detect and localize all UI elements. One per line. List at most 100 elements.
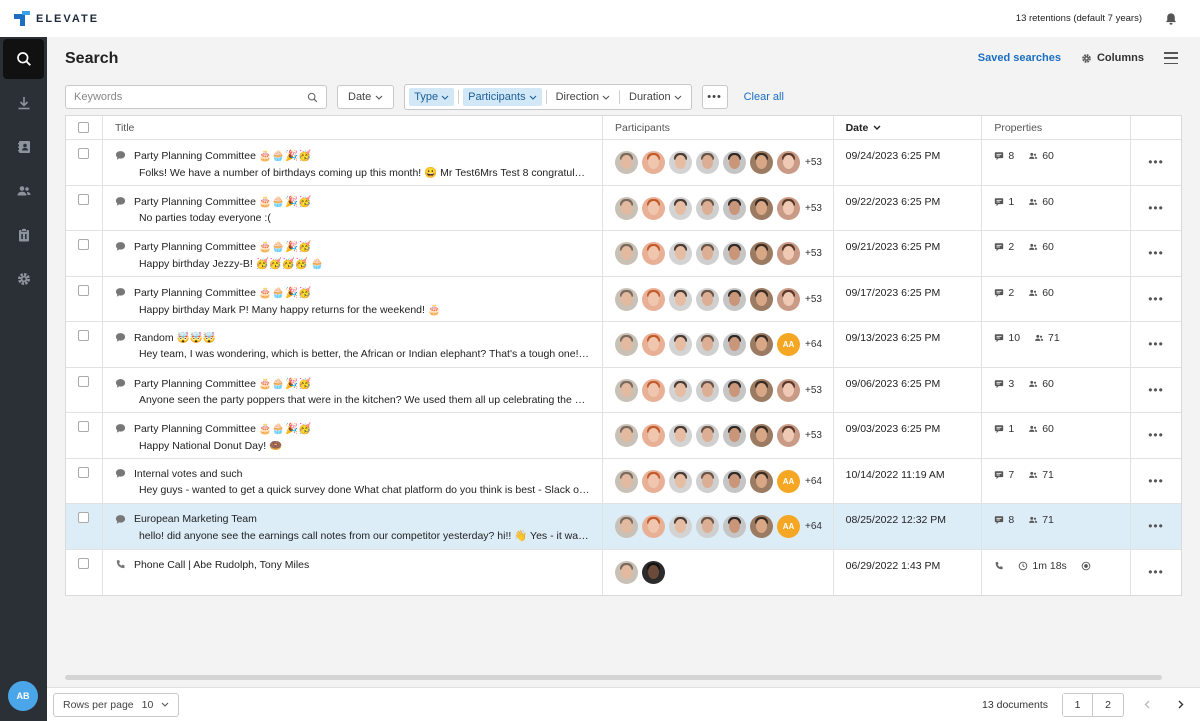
participant-avatar[interactable]	[777, 196, 801, 220]
duration-filter[interactable]: Duration	[624, 88, 687, 106]
participant-avatar[interactable]	[777, 242, 801, 265]
participant-avatar[interactable]	[615, 378, 639, 402]
participant-avatar[interactable]	[750, 287, 774, 311]
table-row[interactable]: Party Planning Committee 🎂🧁🎉🥳 Happy Natio…	[66, 413, 1181, 459]
row-title-cell[interactable]: Phone Call | Abe Rudolph, Tony Miles	[103, 549, 604, 595]
row-more-actions-button[interactable]: •••	[1131, 368, 1181, 413]
row-more-actions-button[interactable]: •••	[1131, 413, 1181, 458]
row-checkbox[interactable]	[78, 239, 89, 250]
row-checkbox[interactable]	[78, 330, 89, 341]
row-title[interactable]: Party Planning Committee 🎂🧁🎉🥳	[134, 422, 311, 435]
brand[interactable]: ELEVATE	[14, 10, 99, 27]
more-participants-count[interactable]: +53	[805, 430, 822, 441]
direction-filter[interactable]: Direction	[551, 88, 615, 106]
row-title[interactable]: Party Planning Committee 🎂🧁🎉🥳	[134, 377, 311, 390]
participant-avatar[interactable]	[777, 287, 801, 311]
row-title-cell[interactable]: European Marketing Team hello! did anyone…	[103, 504, 604, 549]
more-participants-count[interactable]: +53	[805, 203, 822, 214]
column-header-title[interactable]: Title	[103, 116, 604, 139]
participant-avatar[interactable]	[777, 378, 801, 402]
table-row[interactable]: Phone Call | Abe Rudolph, Tony Miles 06/2…	[66, 549, 1181, 596]
row-checkbox[interactable]	[78, 148, 89, 159]
table-row[interactable]: Party Planning Committee 🎂🧁🎉🥳 Happy birth…	[66, 231, 1181, 277]
participant-avatar[interactable]	[723, 333, 747, 356]
table-row[interactable]: Random 🤯🤯🤯 Hey team, I was wondering, whi…	[66, 322, 1181, 368]
participant-avatar[interactable]	[642, 378, 666, 402]
participant-avatar[interactable]	[723, 151, 747, 174]
participant-avatar[interactable]	[669, 287, 693, 311]
row-title[interactable]: Internal votes and such	[134, 468, 243, 480]
table-row[interactable]: Party Planning Committee 🎂🧁🎉🥳 Folks! We h…	[66, 140, 1181, 186]
participant-avatar[interactable]	[642, 469, 666, 493]
participant-avatar[interactable]	[669, 515, 693, 538]
sidebar-item-settings[interactable]	[0, 257, 47, 301]
row-title-cell[interactable]: Party Planning Committee 🎂🧁🎉🥳 Happy Natio…	[103, 413, 604, 458]
participant-avatar[interactable]	[615, 196, 639, 220]
row-more-actions-button[interactable]: •••	[1131, 459, 1181, 504]
participant-avatar[interactable]	[723, 515, 747, 538]
row-checkbox[interactable]	[78, 466, 89, 478]
participant-avatar[interactable]	[669, 242, 693, 265]
participant-avatar[interactable]	[642, 560, 666, 584]
column-header-participants[interactable]: Participants	[603, 116, 834, 139]
more-participants-count[interactable]: +53	[805, 294, 822, 305]
row-title-cell[interactable]: Internal votes and such Hey guys - wanted…	[103, 458, 604, 503]
search-icon[interactable]	[307, 92, 318, 103]
participant-avatar[interactable]	[750, 469, 774, 493]
row-checkbox[interactable]	[78, 193, 89, 205]
rows-per-page-select[interactable]: Rows per page 10	[53, 692, 180, 717]
more-participants-count[interactable]: +53	[805, 248, 822, 259]
participant-avatar[interactable]	[642, 287, 666, 311]
more-participants-count[interactable]: +53	[805, 385, 822, 396]
sidebar-item-users[interactable]	[0, 169, 47, 213]
row-more-actions-button[interactable]: •••	[1131, 186, 1181, 231]
participant-avatar[interactable]	[750, 196, 774, 220]
participant-avatar[interactable]	[696, 515, 720, 538]
row-checkbox[interactable]	[78, 284, 89, 296]
more-participants-count[interactable]: +53	[805, 157, 822, 168]
participant-avatar[interactable]	[642, 515, 666, 538]
participant-avatar[interactable]	[615, 469, 639, 493]
row-title[interactable]: Random 🤯🤯🤯	[134, 331, 216, 344]
participant-avatar[interactable]	[642, 151, 666, 174]
participant-avatar[interactable]	[669, 196, 693, 220]
participant-avatar[interactable]	[750, 515, 774, 538]
previous-page-button[interactable]	[1136, 693, 1158, 717]
row-title-cell[interactable]: Party Planning Committee 🎂🧁🎉🥳 Folks! We h…	[103, 140, 604, 185]
row-title[interactable]: Party Planning Committee 🎂🧁🎉🥳	[134, 195, 311, 208]
clear-all-link[interactable]: Clear all	[744, 91, 784, 103]
retention-info[interactable]: 13 retentions (default 7 years)	[1016, 13, 1142, 24]
row-title-cell[interactable]: Random 🤯🤯🤯 Hey team, I was wondering, whi…	[103, 322, 604, 367]
participant-avatar[interactable]	[615, 515, 639, 538]
participant-avatar[interactable]	[750, 333, 774, 356]
row-title-cell[interactable]: Party Planning Committee 🎂🧁🎉🥳 No parties …	[103, 185, 604, 230]
participant-avatar[interactable]	[696, 151, 720, 174]
participant-avatar[interactable]	[750, 424, 774, 447]
participant-avatar[interactable]	[615, 560, 639, 584]
row-more-actions-button[interactable]: •••	[1131, 231, 1181, 276]
row-title-cell[interactable]: Party Planning Committee 🎂🧁🎉🥳 Happy birth…	[103, 276, 604, 321]
row-more-actions-button[interactable]: •••	[1131, 550, 1181, 596]
participant-avatar[interactable]	[696, 287, 720, 311]
row-title[interactable]: Party Planning Committee 🎂🧁🎉🥳	[134, 286, 311, 299]
more-participants-count[interactable]: +64	[805, 521, 822, 532]
page-2-button[interactable]: 2	[1093, 694, 1123, 716]
participant-avatar[interactable]	[696, 242, 720, 265]
columns-button[interactable]: Columns	[1081, 52, 1144, 64]
participant-avatar[interactable]	[723, 424, 747, 447]
column-header-properties[interactable]: Properties	[982, 116, 1132, 139]
participant-avatar[interactable]	[723, 287, 747, 311]
next-page-button[interactable]	[1170, 693, 1192, 717]
participant-avatar[interactable]	[696, 469, 720, 493]
participant-avatar[interactable]	[777, 424, 801, 447]
table-row[interactable]: Party Planning Committee 🎂🧁🎉🥳 Anyone seen…	[66, 367, 1181, 413]
row-more-actions-button[interactable]: •••	[1131, 504, 1181, 549]
row-title[interactable]: Party Planning Committee 🎂🧁🎉🥳	[134, 240, 311, 253]
sidebar-item-contacts[interactable]	[0, 125, 47, 169]
search-input[interactable]	[74, 91, 274, 103]
participant-avatar[interactable]	[615, 242, 639, 265]
type-filter[interactable]: Type	[409, 88, 455, 106]
participant-avatar[interactable]	[615, 333, 639, 356]
participant-avatar[interactable]	[642, 333, 666, 356]
participant-avatar[interactable]	[750, 378, 774, 402]
